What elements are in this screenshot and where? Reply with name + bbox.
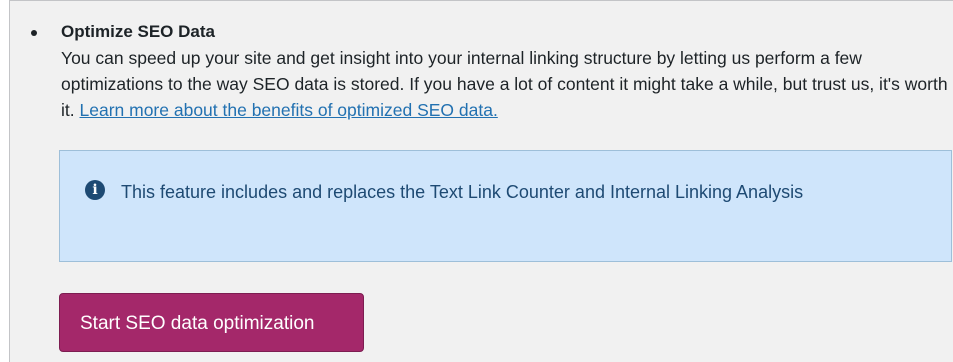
learn-more-link[interactable]: Learn more about the benefits of optimiz… bbox=[80, 100, 498, 120]
start-seo-optimization-button[interactable]: Start SEO data optimization bbox=[59, 293, 364, 352]
notice-text: This feature includes and replaces the T… bbox=[121, 182, 804, 202]
seo-optimization-panel: Optimize SEO Data You can speed up your … bbox=[9, 0, 953, 362]
section-description: You can speed up your site and get insig… bbox=[61, 45, 953, 123]
info-notice: i This feature includes and replaces the… bbox=[59, 150, 952, 262]
list-bullet bbox=[31, 30, 37, 36]
section-title: Optimize SEO Data bbox=[61, 22, 215, 41]
info-icon: i bbox=[85, 180, 105, 200]
